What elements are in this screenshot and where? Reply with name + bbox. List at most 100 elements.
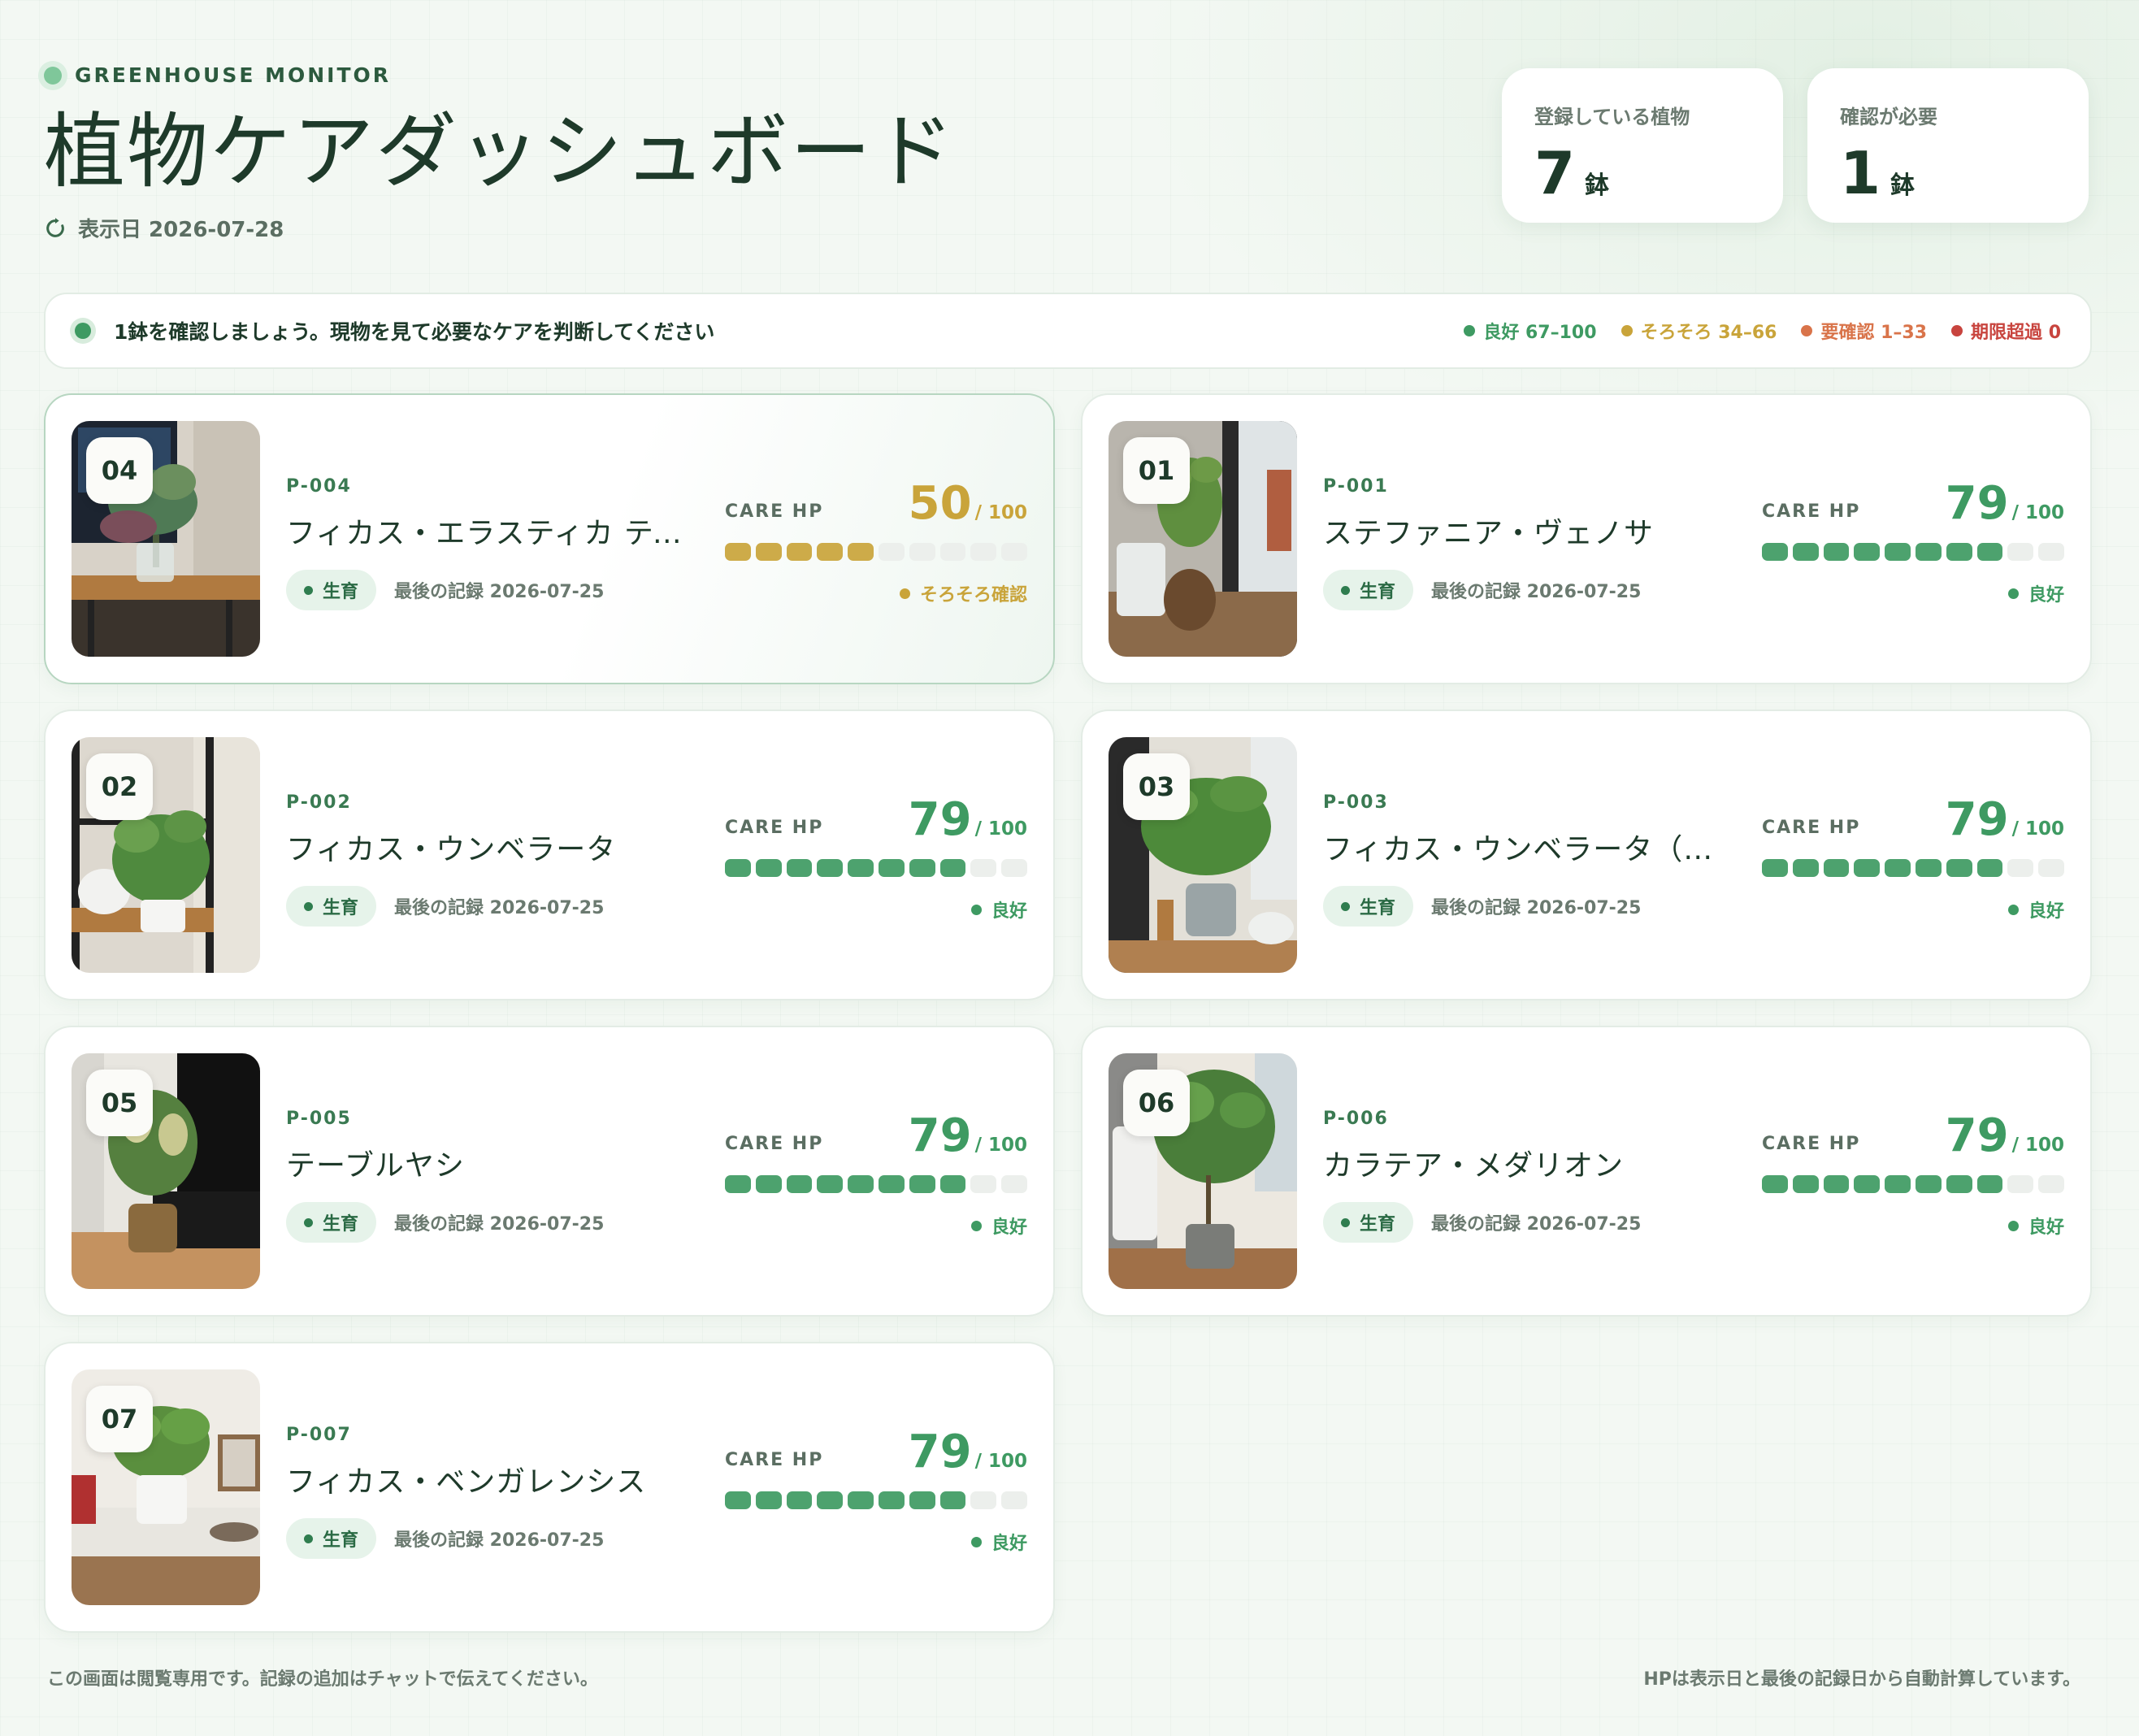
- hp-segment: [939, 1491, 966, 1509]
- plant-info: P-001 ステファニア・ヴェノサ 生育 最後の記録 2026-07-25: [1323, 476, 1729, 610]
- plant-info: P-002 フィカス・ウンベラータ 生育 最後の記録 2026-07-25: [286, 792, 692, 927]
- legend-item: 期限超過 0: [1951, 318, 2061, 344]
- refresh-icon: [46, 217, 64, 237]
- care-hp-panel: CARE HP 79/ 100 良好: [725, 1107, 1027, 1239]
- growth-status-label: 生育: [323, 582, 359, 602]
- plant-number-badge: 02: [86, 753, 153, 820]
- legend-label: 良好 67–100: [1483, 323, 1597, 343]
- hp-segment: [786, 543, 813, 561]
- hp-segment: [1976, 1175, 2003, 1193]
- hp-segment: [755, 859, 782, 877]
- hp-segment: [786, 1175, 813, 1193]
- legend-dot-icon: [1464, 325, 1476, 336]
- stat-label: 登録している植物: [1534, 106, 1690, 128]
- notice-text: 1鉢を確認しましょう。現物を見て必要なケアを判断してください: [114, 320, 715, 344]
- hp-segment: [1001, 543, 1027, 561]
- hp-segment: [2038, 1175, 2064, 1193]
- care-hp-label: CARE HP: [725, 501, 824, 522]
- plant-card[interactable]: 07 P-007 フィカス・ベンガレンシス 生育 最後の記録 2026-07-25 CAR…: [44, 1342, 1055, 1633]
- hp-segment: [755, 543, 782, 561]
- hp-status: 良好: [725, 1529, 1027, 1555]
- last-log-date: 最後の記録 2026-07-25: [394, 898, 605, 918]
- eyebrow-label: GREENHOUSE MONITOR: [75, 63, 392, 87]
- stat-value: 7: [1534, 139, 1576, 207]
- hp-value: 79: [1945, 1109, 2009, 1162]
- legend-label: 期限超過 0: [1971, 323, 2061, 343]
- status-dot-icon: [304, 585, 313, 595]
- hp-segment: [1001, 1175, 1027, 1193]
- status-dot-icon: [304, 1534, 313, 1543]
- growth-status-badge: 生育: [1323, 570, 1414, 610]
- hp-segment: [878, 1491, 905, 1509]
- care-hp-label: CARE HP: [725, 818, 824, 838]
- status-dot-icon: [304, 901, 313, 911]
- plant-number-badge: 05: [86, 1070, 153, 1136]
- growth-status-label: 生育: [1360, 582, 1396, 602]
- plant-card[interactable]: 05 P-005 テーブルヤシ 生育 最後の記録 2026-07-25 CARE HP 79…: [44, 1026, 1055, 1317]
- last-log-date: 最後の記録 2026-07-25: [394, 1214, 605, 1235]
- stat-unit: 鉢: [1890, 171, 1916, 200]
- plant-info: P-005 テーブルヤシ 生育 最後の記録 2026-07-25: [286, 1109, 692, 1243]
- hp-value: 79: [908, 1109, 972, 1162]
- hp-segment: [1976, 859, 2003, 877]
- plant-name: フィカス・ベンガレンシス: [286, 1465, 647, 1499]
- plant-card[interactable]: 04 P-004 フィカス・エラスティカ ティ… 生育 最後の記録 2026-07-25…: [44, 393, 1055, 684]
- hp-bar: [725, 1175, 1027, 1193]
- display-date-row: 表示日 2026-07-28: [44, 213, 956, 243]
- plant-name: カラテア・メダリオン: [1323, 1149, 1625, 1183]
- stat-unit: 鉢: [1585, 171, 1610, 200]
- last-log-date: 最後の記録 2026-07-25: [1431, 582, 1642, 602]
- hp-segment: [1001, 859, 1027, 877]
- growth-status-badge: 生育: [1323, 1202, 1414, 1243]
- hp-segment: [909, 1491, 935, 1509]
- care-hp-panel: CARE HP 79/ 100 良好: [1762, 475, 2064, 606]
- plant-name: フィカス・ウンベラータ（株…: [1323, 833, 1721, 866]
- hp-segment: [848, 1491, 874, 1509]
- footer-note-right: HPは表示日と最後の記録日から自動計算しています。: [1643, 1669, 2080, 1690]
- plant-card[interactable]: 01 P-001 ステファニア・ヴェノサ 生育 最後の記録 2026-07-25 CARE…: [1081, 393, 2092, 684]
- hp-status-dot-icon: [970, 904, 982, 915]
- hp-status-label: 良好: [2028, 1217, 2064, 1238]
- growth-status-label: 生育: [323, 1530, 359, 1551]
- hp-segment: [1915, 543, 1942, 561]
- hp-segment: [1946, 543, 1972, 561]
- growth-status-badge: 生育: [286, 1518, 377, 1559]
- hp-segment: [1792, 859, 1819, 877]
- footer-note-left: この画面は閲覧専用です。記録の追加はチャットで伝えてください。: [47, 1669, 598, 1690]
- hp-status-dot-icon: [2007, 904, 2019, 915]
- hp-value: 79: [1945, 477, 2009, 530]
- hp-bar: [725, 1491, 1027, 1509]
- hp-status: 良好: [1762, 1213, 2064, 1239]
- plant-card[interactable]: 03 P-003 フィカス・ウンベラータ（株… 生育 最後の記録 2026-07-25 C…: [1081, 710, 2092, 1000]
- status-dot-icon: [1341, 901, 1350, 911]
- hp-segment: [2038, 859, 2064, 877]
- last-log-date: 最後の記録 2026-07-25: [1431, 898, 1642, 918]
- stat-label: 確認が必要: [1840, 106, 1937, 128]
- plant-name: テーブルヤシ: [286, 1149, 465, 1183]
- plant-number-badge: 06: [1123, 1070, 1190, 1136]
- hp-segment: [1946, 1175, 1972, 1193]
- legend-label: 要確認 1–33: [1820, 323, 1928, 343]
- care-hp-label: CARE HP: [1762, 501, 1861, 522]
- care-hp-panel: CARE HP 79/ 100 良好: [1762, 791, 2064, 922]
- hp-segment: [1854, 543, 1881, 561]
- plant-info: P-007 フィカス・ベンガレンシス 生育 最後の記録 2026-07-25: [286, 1425, 692, 1559]
- plant-card[interactable]: 02 P-002 フィカス・ウンベラータ 生育 最後の記録 2026-07-25 CARE…: [44, 710, 1055, 1000]
- hp-segment: [786, 859, 813, 877]
- hp-segment: [970, 543, 997, 561]
- hp-status: 良好: [1762, 896, 2064, 922]
- hp-status-label: 良好: [991, 901, 1027, 922]
- hp-segment: [786, 1491, 813, 1509]
- hp-segment: [909, 1175, 935, 1193]
- plant-card[interactable]: 06 P-006 カラテア・メダリオン 生育 最後の記録 2026-07-25 CARE …: [1081, 1026, 2092, 1317]
- hp-segment: [1885, 859, 1911, 877]
- page-header: GREENHOUSE MONITOR 植物ケアダッシュボード 表示日 2026-…: [44, 63, 956, 243]
- hp-segment: [1762, 1175, 1788, 1193]
- hp-segment: [1976, 543, 2003, 561]
- stat-card-registered: 登録している植物 7 鉢: [1502, 68, 1783, 223]
- hp-segment: [1823, 859, 1850, 877]
- hp-segment: [1885, 543, 1911, 561]
- hp-value: 79: [1945, 793, 2009, 846]
- legend-item: 良好 67–100: [1464, 318, 1597, 344]
- plant-name: フィカス・エラスティカ ティ…: [286, 517, 684, 550]
